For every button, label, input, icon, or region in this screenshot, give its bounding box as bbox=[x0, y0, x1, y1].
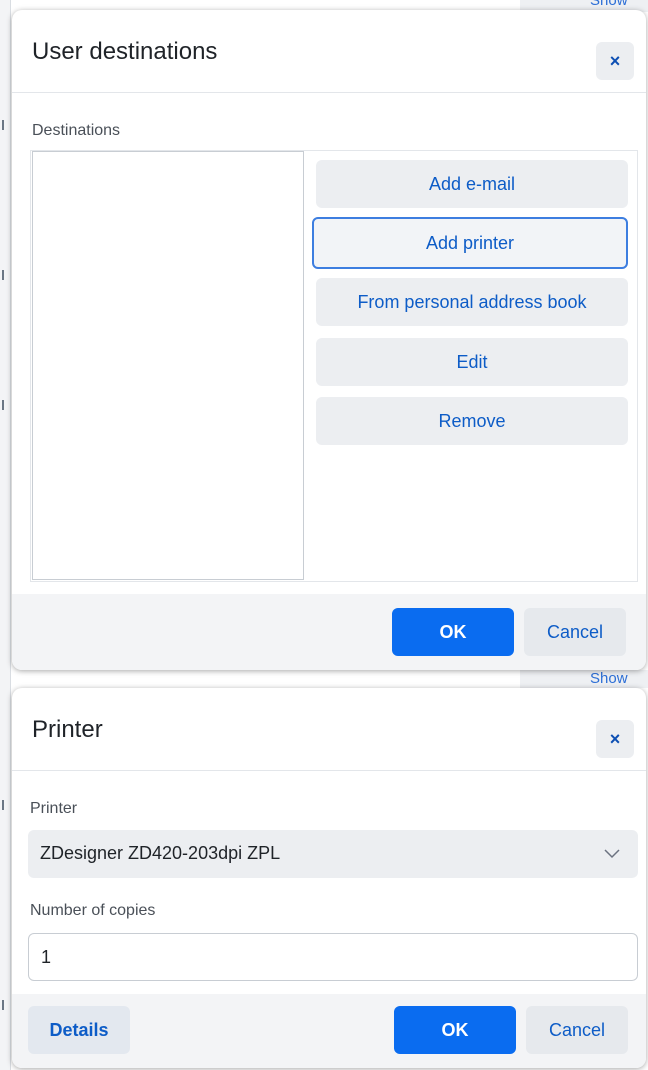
dialog-footer: Details OK Cancel bbox=[12, 994, 646, 1068]
close-icon: × bbox=[609, 50, 621, 71]
cancel-button[interactable]: Cancel bbox=[524, 608, 626, 656]
printer-select-value: ZDesigner ZD420-203dpi ZPL bbox=[40, 843, 281, 863]
dialog-header: Printer × bbox=[12, 688, 646, 771]
background-mark bbox=[2, 120, 9, 130]
printer-label: Printer bbox=[30, 800, 78, 817]
copies-input[interactable]: 1 bbox=[28, 933, 638, 981]
ok-button[interactable]: OK bbox=[394, 1006, 516, 1054]
background-mark bbox=[2, 800, 9, 810]
printer-select[interactable]: ZDesigner ZD420-203dpi ZPL bbox=[28, 830, 638, 878]
copies-input-value: 1 bbox=[41, 947, 52, 967]
add-printer-button[interactable]: Add printer bbox=[312, 217, 628, 269]
ok-button[interactable]: OK bbox=[392, 608, 514, 656]
from-address-book-button[interactable]: From personal address book bbox=[316, 278, 628, 326]
copies-label: Number of copies bbox=[30, 902, 156, 919]
close-button[interactable]: × bbox=[596, 720, 634, 758]
user-destinations-dialog: User destinations × Destinations Add e-m… bbox=[12, 10, 646, 670]
dialog-title: User destinations bbox=[32, 38, 218, 65]
dialog-header: User destinations × bbox=[12, 10, 646, 93]
background-show-link: Show bbox=[590, 0, 628, 9]
add-email-button[interactable]: Add e-mail bbox=[316, 160, 628, 208]
remove-button[interactable]: Remove bbox=[316, 397, 628, 445]
background-mark bbox=[2, 400, 9, 410]
edit-button[interactable]: Edit bbox=[316, 338, 628, 386]
details-button[interactable]: Details bbox=[28, 1006, 130, 1054]
chevron-down-icon bbox=[604, 849, 620, 859]
dialog-footer: OK Cancel bbox=[12, 594, 646, 670]
dialog-title: Printer bbox=[32, 716, 103, 743]
background-app-edge bbox=[0, 0, 11, 1070]
printer-dialog: Printer × Printer ZDesigner ZD420-203dpi… bbox=[12, 688, 646, 1068]
background-header-strip: Show bbox=[520, 670, 648, 688]
destinations-label: Destinations bbox=[32, 122, 121, 139]
close-icon: × bbox=[609, 728, 621, 749]
cancel-button[interactable]: Cancel bbox=[526, 1006, 628, 1054]
background-mark bbox=[2, 270, 9, 280]
background-show-link: Show bbox=[590, 670, 628, 687]
destinations-list[interactable] bbox=[32, 151, 304, 580]
background-mark bbox=[2, 1000, 9, 1010]
close-button[interactable]: × bbox=[596, 42, 634, 80]
